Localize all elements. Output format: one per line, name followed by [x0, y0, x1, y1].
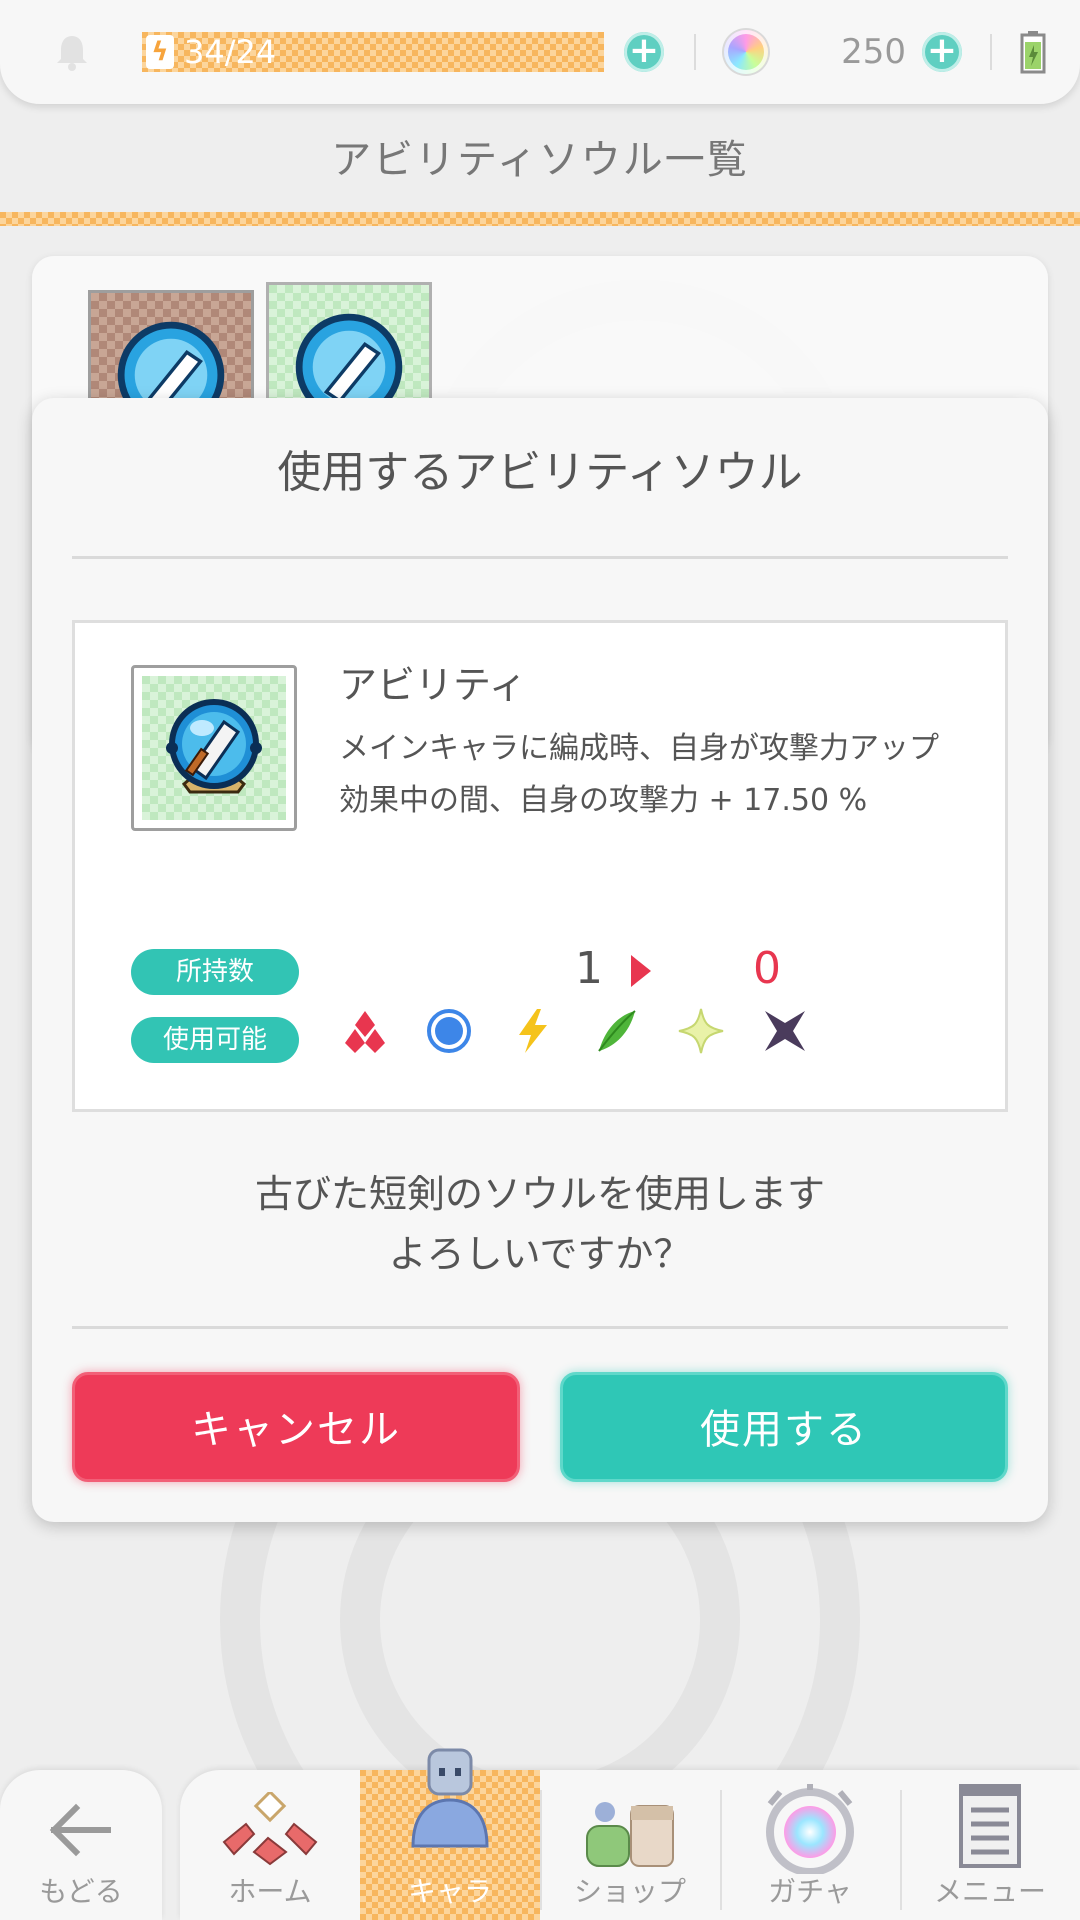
gem-icon	[724, 30, 768, 74]
menu-icon	[959, 1784, 1021, 1868]
nav-menu-label: メニュー	[933, 1875, 1046, 1908]
bell-icon[interactable]	[50, 30, 94, 74]
add-stamina-button[interactable]: +	[624, 32, 664, 72]
nav-gacha[interactable]: ガチャ	[720, 1770, 900, 1920]
light-element-icon	[678, 1008, 724, 1054]
lightning-icon: ϟ	[146, 35, 174, 69]
ability-soul-icon-frame	[131, 665, 297, 831]
usable-label: 使用可能	[131, 1017, 299, 1063]
owned-count-label: 所持数	[131, 949, 299, 995]
divider	[990, 34, 992, 70]
nav-menu[interactable]: メニュー	[900, 1770, 1080, 1920]
bottom-nav: ホーム キャラ ショップ ガチャ メニュー	[180, 1748, 1080, 1920]
wind-element-icon	[598, 1010, 636, 1052]
use-soul-dialog: 使用するアビリティソウル アビリティ メインキャラに編成時、自身が攻撃力アップ効…	[32, 398, 1048, 1522]
dialog-title: 使用するアビリティソウル	[277, 447, 803, 498]
back-button[interactable]: もどる	[0, 1770, 162, 1920]
chara-icon	[411, 1748, 489, 1848]
stamina-value: 34/24	[184, 33, 277, 71]
shop-icon	[586, 1802, 674, 1867]
stamina-bar: ϟ 34/24	[142, 32, 604, 72]
home-icon	[222, 1792, 318, 1866]
ability-description: メインキャラに編成時、自身が攻撃力アップ効果中の間、自身の攻撃力 + 17.50…	[339, 731, 939, 818]
thunder-element-icon	[519, 1009, 547, 1053]
divider	[72, 556, 1008, 559]
gacha-icon	[766, 1784, 854, 1874]
divider	[72, 1326, 1008, 1329]
owned-count-before: 1	[575, 943, 603, 994]
nav-chara[interactable]: キャラ	[360, 1748, 540, 1920]
gem-count: 250	[841, 32, 906, 72]
add-gems-button[interactable]: +	[922, 32, 962, 72]
divider	[694, 34, 696, 70]
owned-count-after: 0	[753, 943, 781, 994]
nav-gacha-label: ガチャ	[768, 1875, 852, 1908]
use-button[interactable]: 使用する	[560, 1372, 1008, 1482]
battery-icon	[1020, 31, 1046, 74]
cancel-button[interactable]: キャンセル	[72, 1372, 520, 1482]
ability-info-box: アビリティ メインキャラに編成時、自身が攻撃力アップ効果中の間、自身の攻撃力 +…	[72, 620, 1008, 1112]
arrow-left-icon	[49, 1803, 111, 1857]
nav-chara-label: キャラ	[407, 1875, 492, 1908]
nav-shop-label: ショップ	[573, 1875, 686, 1908]
confirm-line-2: よろしいですか？	[388, 1232, 692, 1276]
confirm-line-1: 古びた短剣のソウルを使用します	[254, 1172, 825, 1216]
nav-home[interactable]: ホーム	[180, 1770, 360, 1920]
nav-shop[interactable]: ショップ	[540, 1770, 720, 1920]
page-title: アビリティソウル一覧	[331, 137, 749, 183]
back-label: もどる	[39, 1875, 123, 1908]
dark-element-icon	[765, 1011, 805, 1051]
status-bar: ϟ 34/24 + 250 +	[0, 0, 1080, 104]
nav-home-label: ホーム	[228, 1875, 312, 1908]
arrow-right-icon	[631, 955, 651, 987]
water-element-icon	[427, 1009, 471, 1053]
confirm-message: 古びた短剣のソウルを使用します よろしいですか？	[32, 1164, 1048, 1284]
fire-element-icon	[345, 1011, 385, 1053]
header-stripe	[0, 212, 1080, 226]
soul-orb-icon	[166, 699, 262, 794]
ability-name: アビリティ	[339, 663, 527, 707]
